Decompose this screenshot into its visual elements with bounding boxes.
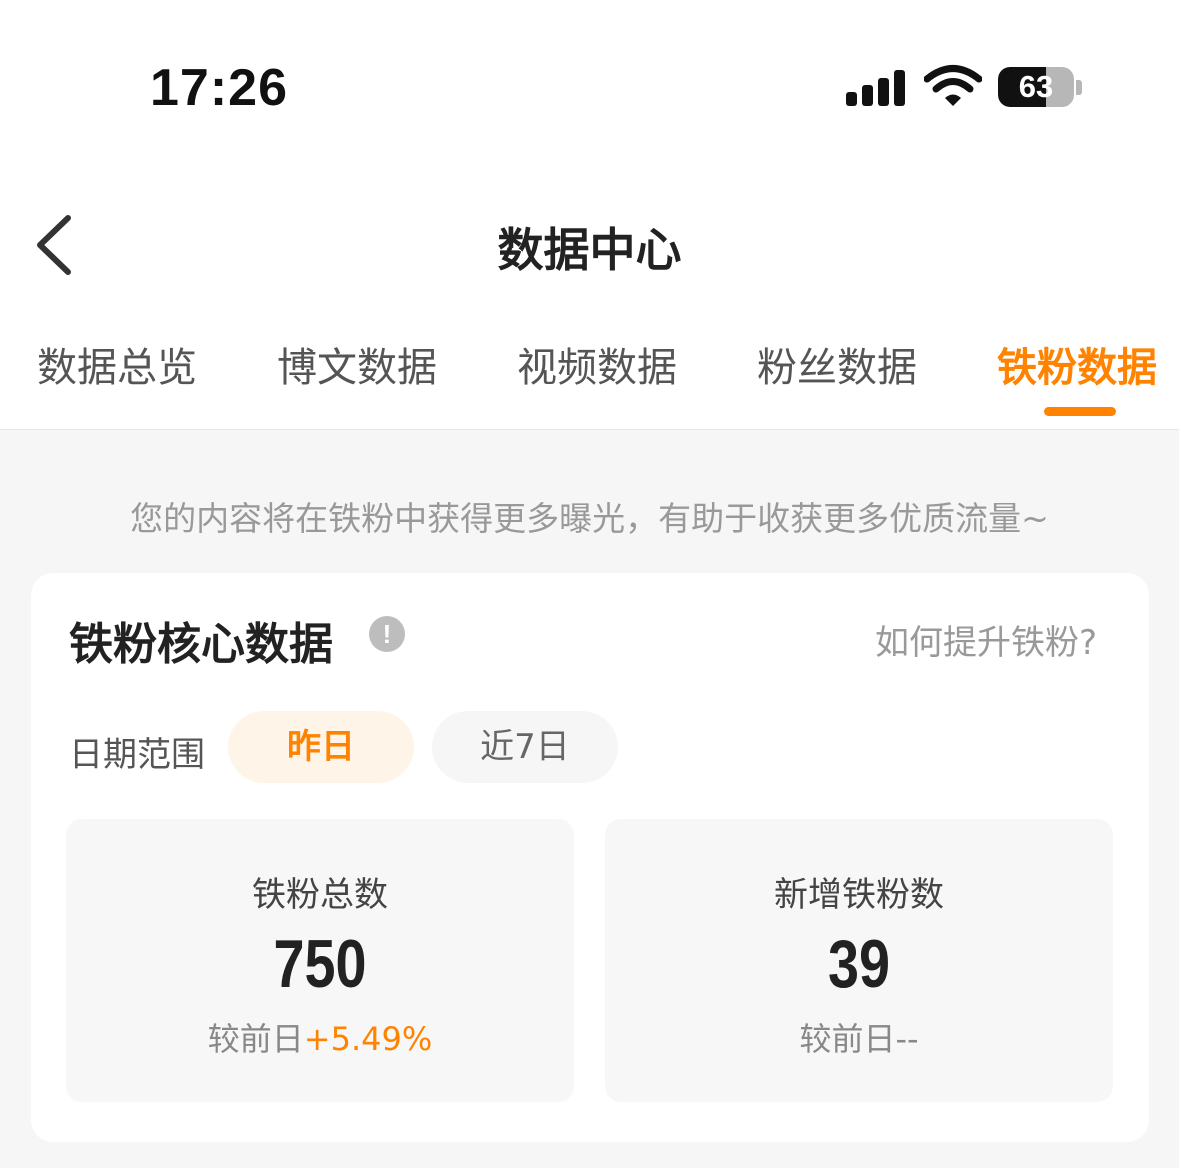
tab-fans[interactable]: 粉丝数据 [757, 335, 917, 401]
tab-videos[interactable]: 视频数据 [517, 335, 677, 401]
header-area: 17:26 63 数据中心 数据总览 博文数据 视频数据 粉丝数据 铁粉数据 [0, 0, 1179, 430]
compare-prefix: 较前日 [207, 1020, 304, 1058]
date-range-label: 日期范围 [69, 735, 205, 775]
active-tab-indicator [1044, 407, 1116, 416]
date-option-yesterday[interactable]: 昨日 [228, 711, 414, 783]
stat-value: 39 [827, 926, 891, 1002]
signal-icon [846, 70, 906, 106]
status-time: 17:26 [150, 59, 288, 117]
iron-fans-core-card: 铁粉核心数据 ! 如何提升铁粉? 日期范围 昨日 近7日 铁粉总数 750 较前… [31, 573, 1149, 1142]
compare-value: -- [895, 1020, 919, 1058]
stat-compare: 较前日-- [605, 1014, 1113, 1060]
battery-level: 63 [1018, 69, 1054, 104]
stat-new-iron-fans: 新增铁粉数 39 较前日-- [605, 819, 1113, 1102]
stat-total-iron-fans: 铁粉总数 750 较前日+5.49% [66, 819, 574, 1102]
tab-overview[interactable]: 数据总览 [37, 335, 197, 401]
help-link[interactable]: 如何提升铁粉? [875, 615, 1097, 664]
date-option-last-7-days[interactable]: 近7日 [432, 711, 618, 783]
stat-value: 750 [273, 926, 367, 1002]
battery-icon: 63 [998, 67, 1074, 107]
wifi-icon [924, 65, 982, 106]
page-title: 数据中心 [497, 223, 682, 277]
tab-iron-fans[interactable]: 铁粉数据 [997, 335, 1157, 401]
tab-posts[interactable]: 博文数据 [277, 335, 437, 401]
compare-prefix: 较前日 [799, 1020, 896, 1058]
card-title: 铁粉核心数据 [69, 619, 333, 670]
tab-bar: 数据总览 博文数据 视频数据 粉丝数据 铁粉数据 [0, 335, 1179, 405]
battery-tip [1076, 80, 1082, 95]
info-icon[interactable]: ! [369, 616, 405, 652]
compare-value: +5.49% [303, 1020, 433, 1058]
stat-label: 新增铁粉数 [774, 875, 944, 915]
tip-text: 您的内容将在铁粉中获得更多曝光，有助于收获更多优质流量~ [130, 499, 1049, 538]
stat-label: 铁粉总数 [252, 875, 388, 915]
stat-compare: 较前日+5.49% [66, 1014, 574, 1060]
